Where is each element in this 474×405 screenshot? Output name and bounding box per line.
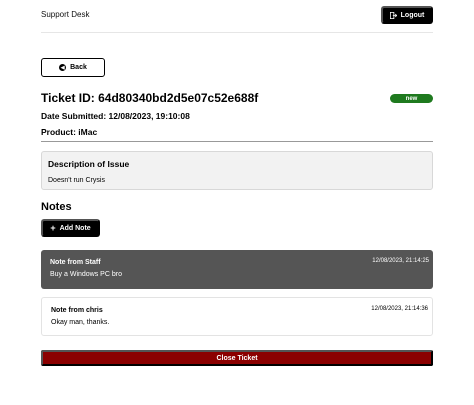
note-timestamp: 12/08/2023, 21:14:25 bbox=[372, 258, 429, 264]
logout-button[interactable]: Logout bbox=[381, 6, 433, 24]
note-text: Okay man, thanks. bbox=[51, 319, 110, 326]
logout-label: Logout bbox=[400, 11, 425, 19]
notes-heading: Notes bbox=[41, 201, 72, 213]
note-text: Buy a Windows PC bro bbox=[50, 271, 122, 278]
description-text: Doesn't run Crysis bbox=[48, 177, 105, 184]
back-label: Back bbox=[70, 64, 87, 71]
header: Support Desk Logout bbox=[41, 0, 433, 33]
note-item: Note from Staff 12/08/2023, 21:14:25 Buy… bbox=[41, 250, 433, 289]
date-submitted: Date Submitted: 12/08/2023, 19:10:08 bbox=[41, 111, 190, 121]
note-item: Note from chris 12/08/2023, 21:14:36 Oka… bbox=[41, 297, 433, 336]
plus-icon: + bbox=[50, 222, 56, 233]
ticket-id: Ticket ID: 64d80340bd2d5e07c52e688f bbox=[41, 91, 259, 105]
divider bbox=[41, 141, 433, 142]
arrow-left-icon: ◀ bbox=[59, 64, 67, 71]
note-author: Note from chris bbox=[51, 307, 103, 314]
close-ticket-button[interactable]: Close Ticket bbox=[41, 350, 433, 366]
note-author: Note from Staff bbox=[50, 259, 101, 266]
brand-link[interactable]: Support Desk bbox=[41, 10, 89, 19]
back-button[interactable]: ◀ Back bbox=[41, 58, 105, 77]
note-timestamp: 12/08/2023, 21:14:36 bbox=[371, 306, 428, 312]
status-badge: new bbox=[390, 94, 433, 103]
add-note-button[interactable]: + Add Note bbox=[41, 219, 100, 237]
description-panel: Description of Issue Doesn't run Crysis bbox=[41, 151, 433, 190]
description-title: Description of Issue bbox=[48, 159, 130, 169]
add-note-label: Add Note bbox=[59, 224, 91, 232]
logout-icon bbox=[389, 11, 397, 19]
product: Product: iMac bbox=[41, 127, 98, 137]
